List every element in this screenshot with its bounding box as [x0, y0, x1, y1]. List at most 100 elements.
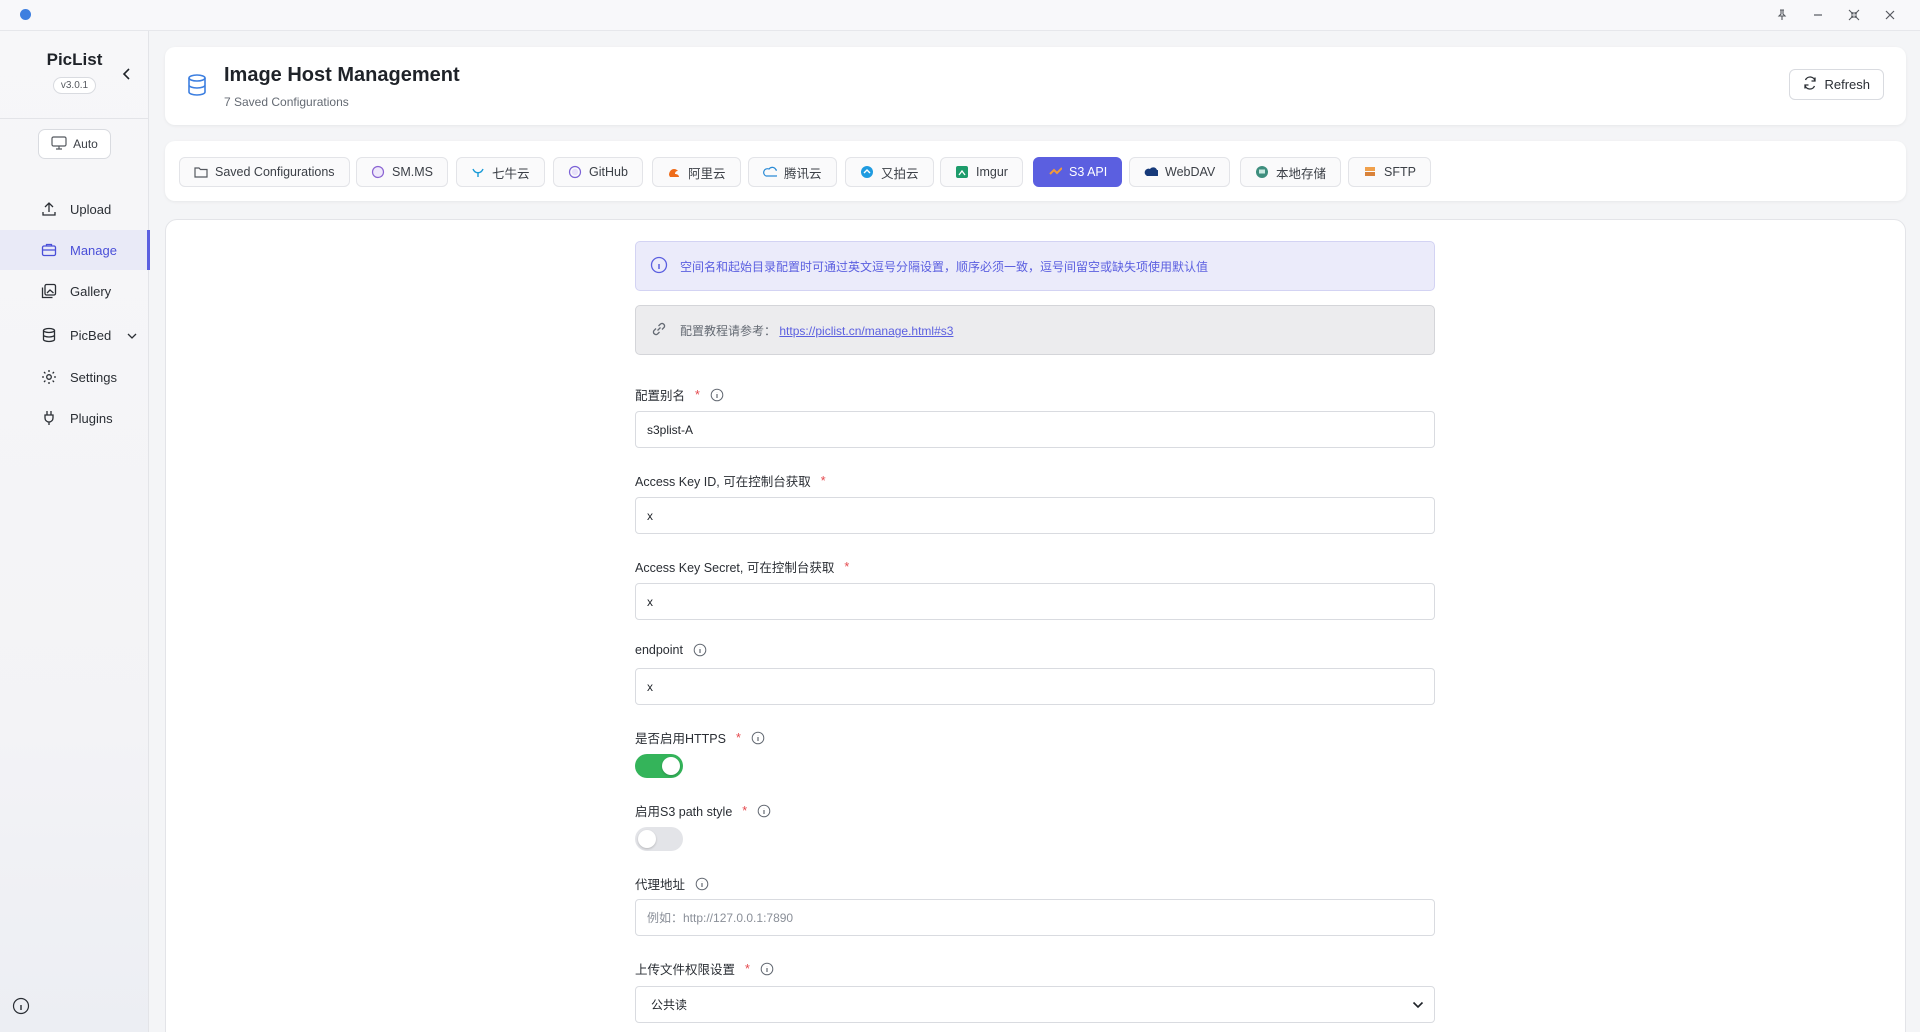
chevron-down-icon	[127, 328, 137, 343]
sidebar-item-label: PicBed	[70, 327, 112, 343]
info-notice: 空间名和起始目录配置时可通过英文逗号分隔设置，顺序必须一致，逗号间留空或缺失项使…	[635, 241, 1435, 291]
help-icon[interactable]	[760, 962, 774, 976]
theme-auto-button[interactable]: Auto	[38, 129, 111, 159]
upyun-icon	[860, 165, 874, 179]
tab-label: 本地存储	[1276, 166, 1327, 181]
sidebar-item-gallery[interactable]: Gallery	[0, 271, 149, 311]
info-notice-text: 空间名和起始目录配置时可通过英文逗号分隔设置，顺序必须一致，逗号间留空或缺失项使…	[680, 259, 1209, 274]
auto-label: Auto	[73, 137, 98, 151]
access-key-id-label-row: Access Key ID, 可在控制台获取 *	[635, 471, 826, 490]
required-marker: *	[742, 803, 748, 818]
sidebar: PicList v3.0.1 Auto Upload Manage Galler…	[0, 31, 150, 1032]
access-key-id-input[interactable]	[635, 497, 1435, 534]
path-style-label: 启用S3 path style	[635, 805, 733, 819]
gear-icon	[40, 368, 58, 386]
help-icon[interactable]	[751, 731, 765, 745]
required-marker: *	[820, 473, 826, 488]
access-key-secret-label: Access Key Secret, 可在控制台获取	[635, 561, 835, 575]
tab-github[interactable]: GitHub	[553, 157, 643, 187]
proxy-label: 代理地址	[635, 878, 686, 892]
acl-select[interactable]: 公共读	[635, 986, 1435, 1023]
app-logo-icon	[20, 9, 31, 20]
tab-label: 阿里云	[688, 166, 726, 181]
github-icon	[568, 165, 582, 179]
required-marker: *	[735, 730, 741, 745]
help-icon[interactable]	[693, 643, 707, 657]
access-key-secret-label-row: Access Key Secret, 可在控制台获取 *	[635, 557, 849, 576]
tab-sftp[interactable]: SFTP	[1348, 157, 1431, 187]
collapse-sidebar-button[interactable]	[117, 64, 137, 84]
chevron-down-icon	[1412, 998, 1424, 1012]
alias-label-row: 配置别名 *	[635, 385, 724, 404]
tab-aliyun[interactable]: 阿里云	[652, 157, 741, 187]
access-key-secret-input[interactable]	[635, 583, 1435, 620]
acl-selected-value: 公共读	[651, 998, 688, 1012]
tab-local-storage[interactable]: 本地存储	[1240, 157, 1342, 187]
tab-qiniu[interactable]: 七牛云	[456, 157, 545, 187]
path-style-toggle[interactable]	[635, 827, 683, 851]
header-card: Image Host Management 7 Saved Configurat…	[165, 47, 1906, 125]
cloud-icon	[1144, 165, 1158, 179]
minimize-icon[interactable]	[1805, 4, 1831, 26]
chevron-left-icon	[122, 68, 130, 80]
tab-label: SFTP	[1384, 165, 1416, 179]
help-icon[interactable]	[710, 388, 724, 402]
database-icon	[185, 73, 209, 97]
pin-icon[interactable]	[1769, 4, 1795, 26]
endpoint-input[interactable]	[635, 668, 1435, 705]
tab-label: SM.MS	[392, 165, 433, 179]
tab-tencent[interactable]: 腾讯云	[748, 157, 837, 187]
acl-label-row: 上传文件权限设置 *	[635, 959, 774, 978]
https-toggle[interactable]	[635, 754, 683, 778]
sidebar-item-picbed[interactable]: PicBed	[0, 315, 149, 355]
alias-label: 配置别名	[635, 389, 686, 403]
title-bar	[0, 0, 1920, 31]
tab-webdav[interactable]: WebDAV	[1129, 157, 1231, 187]
server-icon	[1363, 165, 1377, 179]
tab-smms[interactable]: SM.MS	[356, 157, 448, 187]
sidebar-item-settings[interactable]: Settings	[0, 357, 149, 397]
proxy-input[interactable]	[635, 899, 1435, 936]
folder-icon	[194, 165, 208, 179]
tab-upyun[interactable]: 又拍云	[845, 157, 934, 187]
upload-icon	[40, 200, 58, 218]
tutorial-link[interactable]: https://piclist.cn/manage.html#s3	[779, 324, 953, 338]
https-label-row: 是否启用HTTPS *	[635, 728, 765, 747]
endpoint-label-row: endpoint	[635, 643, 707, 657]
tab-s3-api[interactable]: S3 API	[1033, 157, 1123, 187]
sidebar-divider	[0, 118, 149, 119]
endpoint-label: endpoint	[635, 643, 683, 657]
tab-saved-configurations[interactable]: Saved Configurations	[179, 157, 350, 187]
s3-icon	[1048, 165, 1062, 179]
help-icon[interactable]	[695, 877, 709, 891]
tab-label: 又拍云	[881, 166, 919, 181]
page-subtitle: 7 Saved Configurations	[224, 95, 349, 109]
monitor-icon	[1255, 165, 1269, 179]
refresh-label: Refresh	[1824, 77, 1870, 92]
alias-input[interactable]	[635, 411, 1435, 448]
briefcase-icon	[40, 241, 58, 259]
sidebar-item-label: Upload	[70, 201, 112, 217]
tab-label: Saved Configurations	[215, 165, 335, 179]
sidebar-item-upload[interactable]: Upload	[0, 189, 149, 229]
sidebar-item-plugins[interactable]: Plugins	[0, 398, 149, 438]
sidebar-item-manage[interactable]: Manage	[0, 230, 150, 270]
restore-icon[interactable]	[1841, 4, 1867, 26]
proxy-label-row: 代理地址	[635, 874, 709, 893]
page-title: Image Host Management	[224, 64, 460, 86]
tab-label: WebDAV	[1165, 165, 1216, 179]
tab-imgur[interactable]: Imgur	[940, 157, 1023, 187]
sidebar-item-label: Manage	[70, 242, 117, 258]
plug-icon	[40, 409, 58, 427]
refresh-button[interactable]: Refresh	[1789, 69, 1884, 100]
info-icon[interactable]	[12, 997, 32, 1017]
link-icon	[650, 320, 668, 341]
picbed-tabs: Saved Configurations SM.MS 七牛云 GitHub 阿里…	[165, 141, 1906, 201]
version-badge: v3.0.1	[52, 77, 97, 94]
required-marker: *	[695, 387, 700, 402]
tab-label: 腾讯云	[784, 166, 822, 181]
help-icon[interactable]	[757, 804, 771, 818]
refresh-icon	[1803, 76, 1817, 93]
close-icon[interactable]	[1877, 4, 1903, 26]
acl-label: 上传文件权限设置	[635, 963, 736, 977]
